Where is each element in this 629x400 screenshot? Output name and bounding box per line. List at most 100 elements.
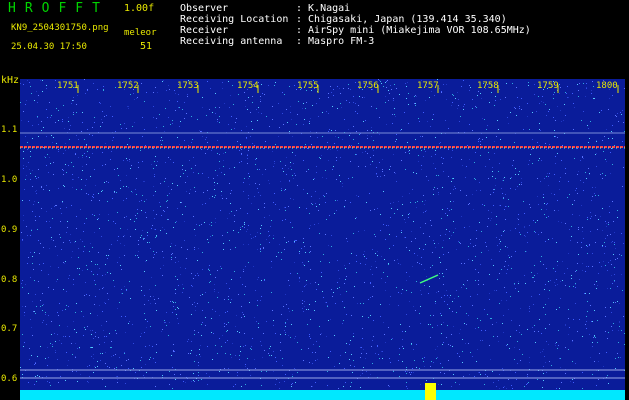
noise-pixel	[142, 195, 143, 196]
noise-pixel	[86, 218, 87, 219]
noise-pixel	[29, 200, 30, 201]
noise-pixel	[582, 231, 583, 232]
noise-pixel	[557, 200, 558, 201]
noise-pixel	[534, 84, 535, 85]
noise-pixel	[393, 98, 394, 99]
noise-pixel	[478, 91, 479, 92]
noise-pixel	[355, 111, 356, 112]
noise-pixel	[268, 231, 269, 232]
noise-pixel	[131, 165, 132, 166]
noise-pixel	[494, 153, 495, 154]
noise-pixel	[155, 362, 156, 363]
noise-pixel	[115, 223, 116, 224]
noise-pixel	[51, 208, 52, 209]
noise-pixel	[596, 153, 597, 154]
noise-pixel	[619, 322, 620, 323]
noise-pixel	[425, 151, 426, 152]
noise-pixel	[154, 174, 155, 175]
noise-pixel	[185, 182, 186, 183]
noise-pixel	[457, 108, 458, 109]
noise-pixel	[73, 97, 74, 98]
noise-pixel	[63, 153, 64, 154]
noise-pixel	[273, 235, 274, 236]
noise-pixel	[568, 253, 569, 254]
noise-pixel	[453, 326, 454, 327]
noise-pixel	[323, 254, 324, 255]
noise-pixel	[40, 300, 41, 301]
noise-pixel	[519, 171, 520, 172]
noise-pixel	[537, 379, 538, 380]
noise-pixel	[397, 259, 398, 260]
noise-pixel	[202, 107, 203, 108]
noise-pixel	[202, 252, 203, 253]
noise-pixel	[486, 129, 487, 130]
noise-pixel	[328, 160, 329, 161]
noise-pixel	[449, 210, 450, 211]
noise-pixel	[532, 277, 533, 278]
noise-pixel	[373, 336, 374, 337]
noise-pixel	[250, 136, 251, 137]
noise-pixel	[214, 182, 215, 183]
noise-pixel	[145, 212, 146, 213]
noise-pixel	[87, 381, 88, 382]
noise-pixel	[102, 111, 103, 112]
noise-pixel	[510, 336, 511, 337]
noise-pixel	[353, 336, 354, 337]
noise-pixel	[573, 319, 574, 320]
noise-pixel	[384, 259, 385, 260]
noise-pixel	[508, 255, 509, 256]
noise-pixel	[76, 332, 77, 333]
noise-pixel	[39, 376, 40, 377]
noise-pixel	[394, 172, 395, 173]
noise-pixel	[281, 314, 282, 315]
noise-pixel	[109, 333, 110, 334]
noise-pixel	[64, 263, 65, 264]
noise-pixel	[25, 104, 26, 105]
noise-pixel	[575, 283, 576, 284]
noise-pixel	[560, 177, 561, 178]
noise-pixel	[95, 264, 96, 265]
noise-pixel	[74, 329, 75, 330]
noise-pixel	[565, 173, 566, 174]
noise-pixel	[443, 322, 444, 323]
noise-pixel	[113, 221, 114, 222]
noise-pixel	[442, 209, 443, 210]
noise-pixel	[570, 240, 571, 241]
noise-pixel	[175, 222, 176, 223]
noise-pixel	[370, 374, 371, 375]
noise-pixel	[497, 245, 498, 246]
noise-pixel	[607, 338, 608, 339]
info-key: Receiving Location	[180, 14, 289, 25]
noise-pixel	[518, 214, 519, 215]
noise-pixel	[363, 121, 364, 122]
noise-pixel	[336, 210, 337, 211]
noise-pixel	[622, 110, 623, 111]
noise-pixel	[304, 246, 305, 247]
noise-pixel	[258, 148, 259, 149]
noise-pixel	[458, 241, 459, 242]
noise-pixel	[481, 98, 482, 99]
noise-pixel	[450, 193, 451, 194]
noise-pixel	[319, 198, 320, 199]
noise-pixel	[74, 242, 75, 243]
noise-pixel	[514, 284, 515, 285]
noise-pixel	[395, 116, 396, 117]
noise-pixel	[71, 257, 72, 258]
noise-pixel	[245, 384, 246, 385]
noise-pixel	[531, 272, 532, 273]
noise-pixel	[199, 130, 200, 131]
noise-pixel	[502, 323, 503, 324]
noise-pixel	[504, 386, 505, 387]
noise-pixel	[294, 242, 295, 243]
noise-pixel	[589, 244, 590, 245]
noise-pixel	[297, 372, 298, 373]
noise-pixel	[59, 340, 60, 341]
noise-pixel	[555, 156, 556, 157]
noise-pixel	[420, 227, 421, 228]
noise-pixel	[152, 346, 153, 347]
noise-pixel	[481, 252, 482, 253]
noise-pixel	[596, 140, 597, 141]
noise-pixel	[589, 138, 590, 139]
noise-pixel	[455, 382, 456, 383]
noise-pixel	[475, 269, 476, 270]
